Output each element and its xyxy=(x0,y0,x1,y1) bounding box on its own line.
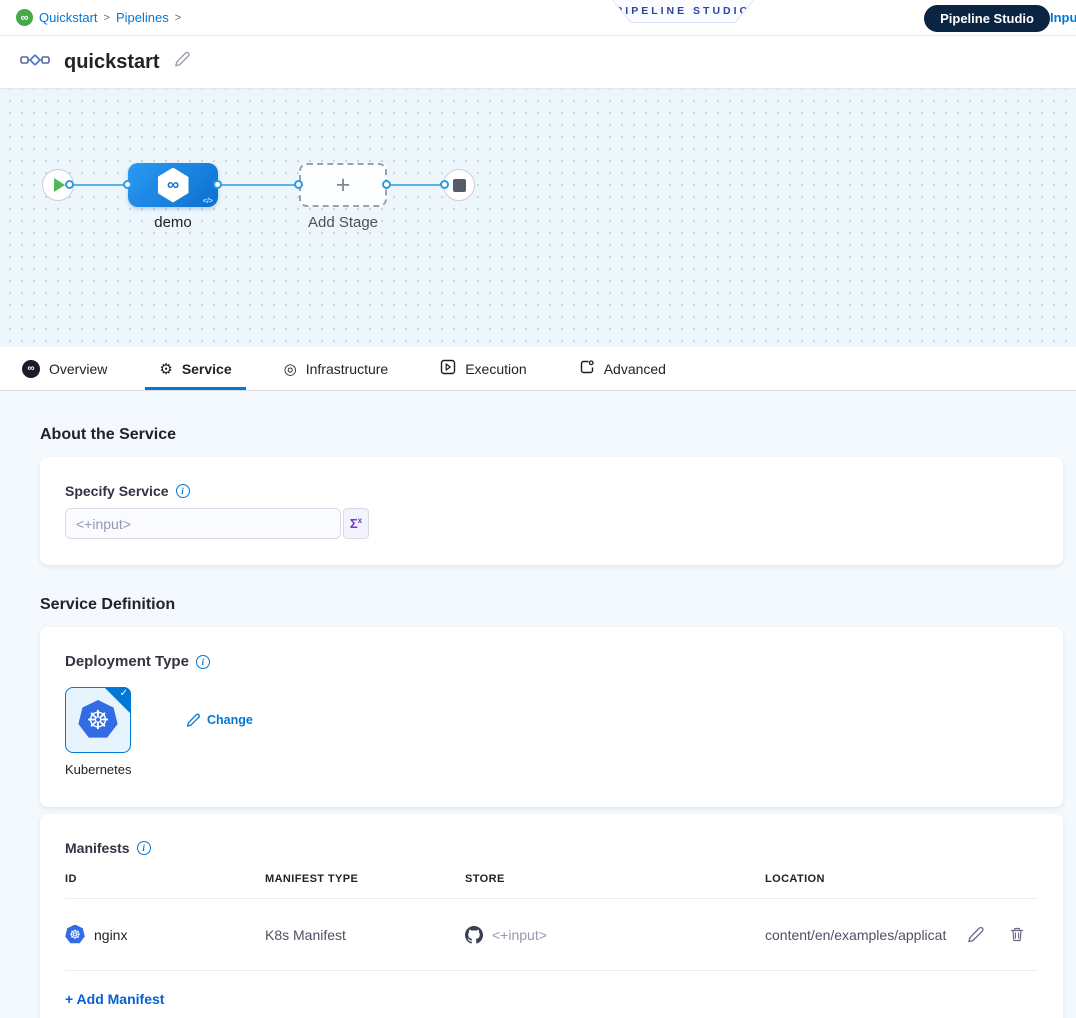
edit-manifest-button[interactable] xyxy=(967,926,985,944)
top-header: ∞ Quickstart > Pipelines > PIPELINE STUD… xyxy=(0,0,1076,36)
pipeline-studio-banner: PIPELINE STUDIO xyxy=(612,0,754,23)
manifest-location: content/en/examples/applicat xyxy=(765,927,959,943)
service-definition-heading: Service Definition xyxy=(40,596,1076,614)
sigma-sup: x xyxy=(358,516,362,525)
manifest-id: nginx xyxy=(94,927,127,943)
tab-service[interactable]: ⚙ Service xyxy=(145,347,245,390)
add-manifest-link[interactable]: + Add Manifest xyxy=(65,991,1038,1011)
code-icon: </> xyxy=(203,198,213,205)
column-location: LOCATION xyxy=(765,873,1038,898)
connector-line xyxy=(387,184,443,186)
deployment-type-card: Deployment Type i ✓ ☸ Change Kubernetes xyxy=(40,627,1063,807)
sigma-glyph: Σ xyxy=(350,516,358,531)
breadcrumb-quickstart[interactable]: Quickstart xyxy=(39,10,98,25)
harness-cd-hexagon-icon: ∞ xyxy=(158,168,189,203)
info-icon[interactable]: i xyxy=(196,655,210,669)
delete-manifest-button[interactable] xyxy=(1009,926,1025,943)
trash-icon xyxy=(1009,926,1025,943)
pencil-icon xyxy=(967,926,985,944)
tab-execution[interactable]: Execution xyxy=(426,347,540,390)
change-label: Change xyxy=(207,713,253,727)
manifests-card: Manifests i ID MANIFEST TYPE STORE LOCAT… xyxy=(40,814,1063,1018)
manifests-label-text: Manifests xyxy=(65,840,130,856)
tab-label: Infrastructure xyxy=(306,361,388,377)
advanced-icon xyxy=(579,359,595,378)
connector-port xyxy=(440,180,449,189)
stop-icon xyxy=(453,179,466,192)
table-divider xyxy=(65,970,1038,971)
manifests-label: Manifests i xyxy=(65,840,1038,856)
pipeline-diagram-icon xyxy=(20,51,50,74)
github-icon xyxy=(465,926,483,944)
edit-title-pencil-icon[interactable] xyxy=(174,51,191,73)
kubernetes-icon: ☸ xyxy=(78,700,118,740)
column-id: ID xyxy=(65,873,265,898)
tab-overview[interactable]: ∞ Overview xyxy=(8,347,121,390)
stage-node-demo[interactable]: ∞ </> xyxy=(128,163,218,207)
add-stage-button[interactable]: + xyxy=(299,163,387,207)
overview-icon: ∞ xyxy=(22,360,40,378)
connector-port xyxy=(213,180,222,189)
deployment-type-label-text: Deployment Type xyxy=(65,653,189,670)
service-tab-content: About the Service Specify Service i Σx S… xyxy=(0,391,1076,1018)
column-store: STORE xyxy=(465,873,765,898)
execution-icon xyxy=(440,359,456,378)
connector-line xyxy=(74,184,128,186)
tab-label: Advanced xyxy=(604,361,666,377)
inputs-link[interactable]: Inpu xyxy=(1050,10,1076,25)
connector-port xyxy=(382,180,391,189)
specify-service-card: Specify Service i Σx xyxy=(40,457,1063,565)
manifest-store-value: <+input> xyxy=(492,927,547,943)
tab-advanced[interactable]: Advanced xyxy=(565,347,680,390)
manifests-table-header: ID MANIFEST TYPE STORE LOCATION xyxy=(65,873,1038,898)
tab-label: Overview xyxy=(49,361,107,377)
chevron-right-icon: > xyxy=(104,12,110,24)
gear-icon: ⚙ xyxy=(159,360,172,378)
specify-service-label: Specify Service i xyxy=(65,483,1038,499)
stage-name-label: demo xyxy=(128,214,218,231)
tab-label: Service xyxy=(182,361,232,377)
connector-line xyxy=(218,184,299,186)
kubernetes-icon: ☸ xyxy=(65,925,85,945)
breadcrumb: ∞ Quickstart > Pipelines > xyxy=(16,9,181,26)
tab-label: Execution xyxy=(465,361,526,377)
connector-port xyxy=(294,180,303,189)
runtime-input-sigma-button[interactable]: Σx xyxy=(343,508,369,539)
pipeline-canvas[interactable]: ∞ </> demo + Add Stage xyxy=(0,89,1076,347)
chevron-right-icon: > xyxy=(175,12,181,24)
manifest-row[interactable]: ☸ nginx K8s Manifest <+input> content/en… xyxy=(65,899,1038,970)
connector-port xyxy=(123,180,132,189)
page-title: quickstart xyxy=(64,51,160,74)
deployment-type-label: Deployment Type i xyxy=(65,653,1038,670)
about-service-heading: About the Service xyxy=(40,426,1076,444)
kubernetes-tile[interactable]: ✓ ☸ xyxy=(65,687,131,753)
play-icon xyxy=(54,178,65,192)
manifest-type: K8s Manifest xyxy=(265,927,465,943)
service-input[interactable] xyxy=(65,508,341,539)
connector-port xyxy=(65,180,74,189)
info-icon[interactable]: i xyxy=(137,841,151,855)
add-stage-label: Add Stage xyxy=(299,214,387,231)
pencil-icon xyxy=(186,713,201,728)
change-deployment-type-link[interactable]: Change xyxy=(186,713,253,728)
tab-infrastructure[interactable]: ◎ Infrastructure xyxy=(270,347,403,390)
harness-logo-icon: ∞ xyxy=(16,9,33,26)
specify-service-label-text: Specify Service xyxy=(65,483,169,499)
infrastructure-icon: ◎ xyxy=(284,360,297,378)
pipeline-studio-button[interactable]: Pipeline Studio xyxy=(924,5,1050,32)
manifests-table: ID MANIFEST TYPE STORE LOCATION ☸ nginx … xyxy=(65,873,1038,1011)
info-icon[interactable]: i xyxy=(176,484,190,498)
deployment-type-value: Kubernetes xyxy=(65,762,131,777)
check-icon: ✓ xyxy=(120,688,128,699)
pipeline-studio-banner-label: PIPELINE STUDIO xyxy=(613,0,753,22)
breadcrumb-pipelines[interactable]: Pipelines xyxy=(116,10,169,25)
pipeline-title-bar: quickstart VISUAL YAML xyxy=(0,36,1076,89)
column-manifest-type: MANIFEST TYPE xyxy=(265,873,465,898)
stage-tabs: ∞ Overview ⚙ Service ◎ Infrastructure Ex… xyxy=(0,347,1076,391)
